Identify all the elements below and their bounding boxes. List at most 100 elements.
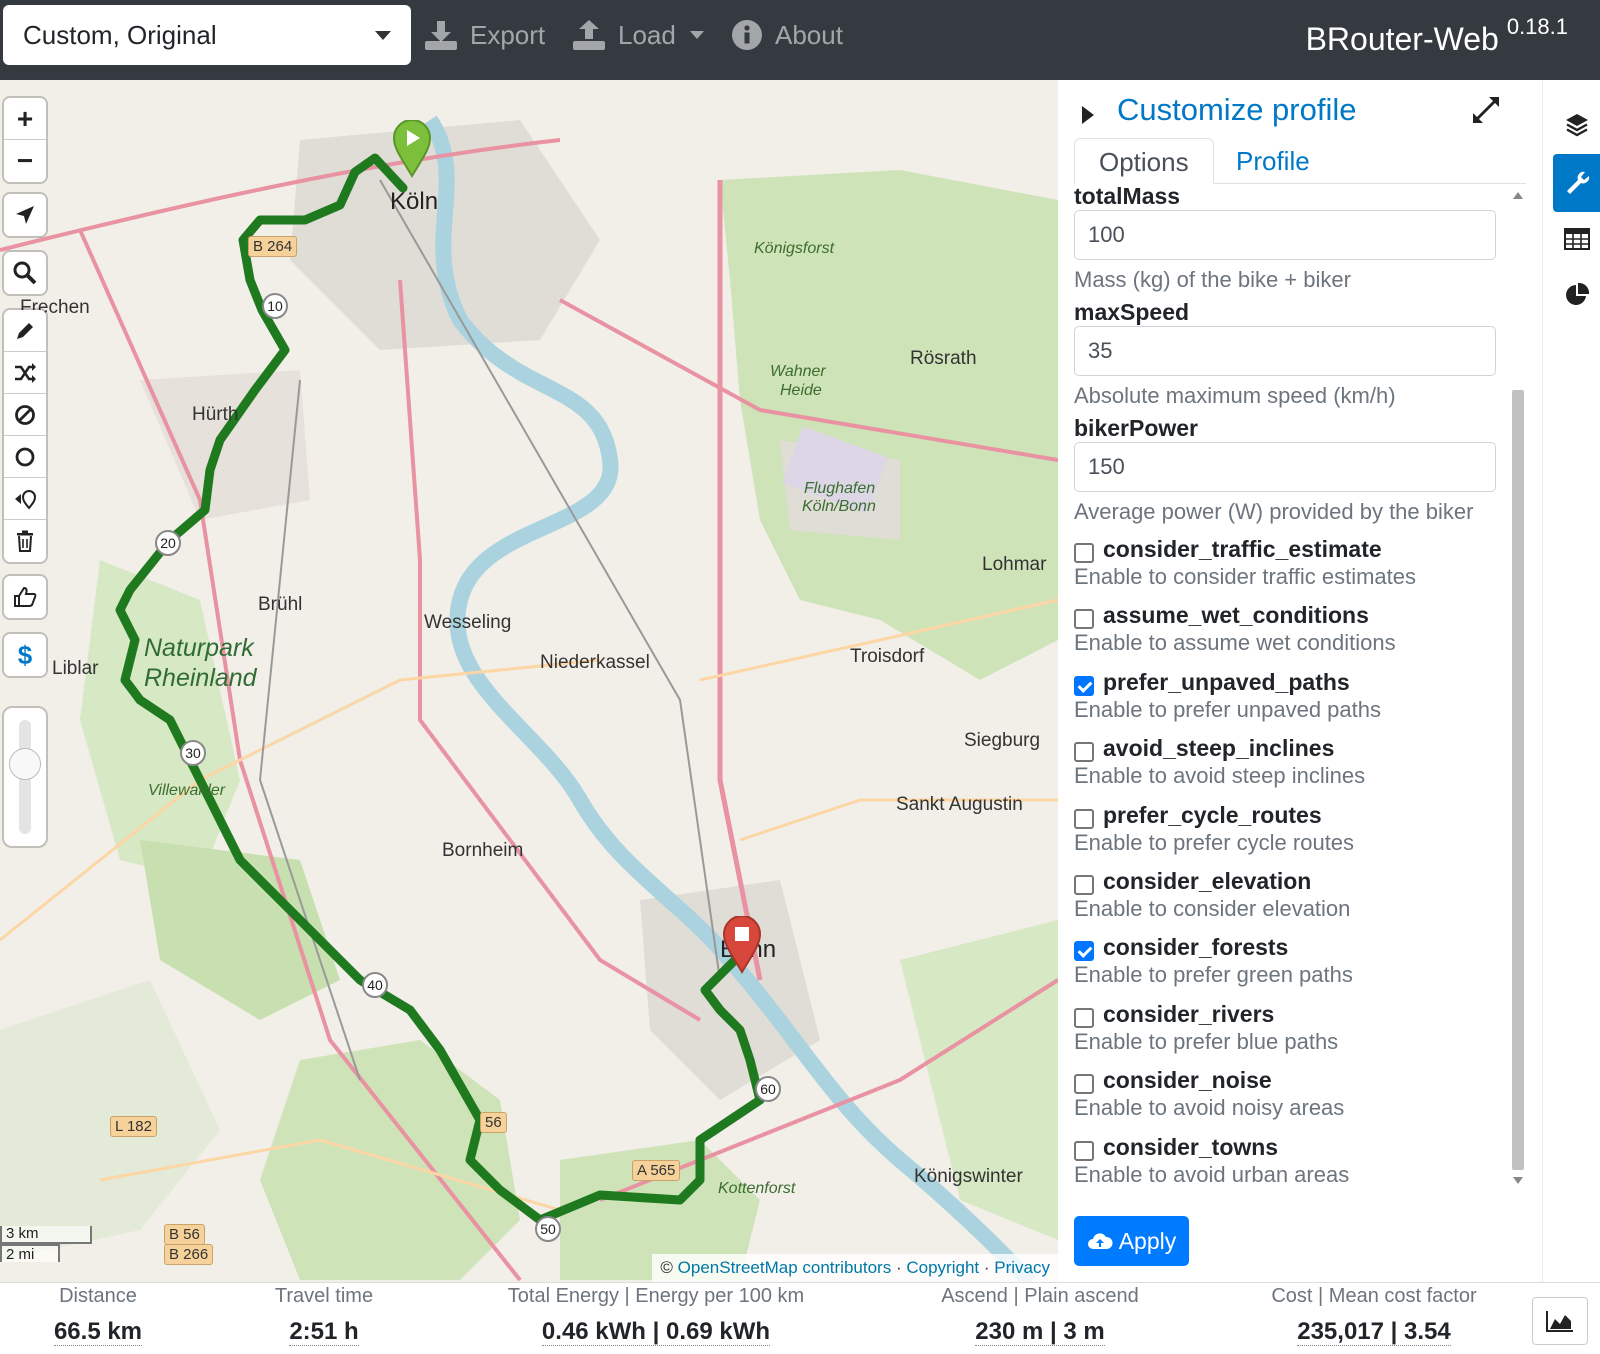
sidebar-scrollbar[interactable] xyxy=(1512,188,1524,1188)
road-shield: B 266 xyxy=(164,1244,214,1265)
checkbox-label[interactable]: prefer_cycle_routes xyxy=(1103,802,1322,829)
pois-button[interactable] xyxy=(4,478,46,520)
profile-select[interactable]: Custom, Original xyxy=(3,5,411,65)
checkbox-label[interactable]: prefer_unpaved_paths xyxy=(1103,669,1350,696)
checkbox-label[interactable]: consider_traffic_estimate xyxy=(1103,536,1382,563)
route-cost-button[interactable]: $ xyxy=(4,634,46,676)
elevation-chart-button[interactable] xyxy=(1532,1297,1588,1345)
stat-distance: Distance 66.5 km xyxy=(40,1283,156,1346)
tab-profile[interactable]: Profile xyxy=(1212,138,1334,184)
checkbox-label[interactable]: consider_noise xyxy=(1103,1067,1272,1094)
checkbox-label[interactable]: consider_elevation xyxy=(1103,868,1311,895)
customize-profile-tab[interactable] xyxy=(1553,154,1600,212)
opacity-slider[interactable] xyxy=(4,708,46,846)
checkbox-label[interactable]: assume_wet_conditions xyxy=(1103,602,1369,629)
avoid-steep-inclines-checkbox[interactable] xyxy=(1074,742,1094,763)
start-marker-icon[interactable] xyxy=(392,120,432,178)
stat-cost: Cost | Mean cost factor 235,017 | 3.54 xyxy=(1244,1283,1504,1346)
separator: · xyxy=(983,1258,990,1277)
zoom-out-button[interactable]: − xyxy=(4,140,46,182)
checkbox-help: Enable to avoid steep inclines xyxy=(1074,763,1366,789)
km-marker: 30 xyxy=(180,740,206,766)
biker-power-input[interactable]: 150 xyxy=(1074,442,1496,492)
about-label: About xyxy=(775,19,843,50)
scroll-down-icon[interactable] xyxy=(1513,1177,1523,1184)
data-table-tab[interactable] xyxy=(1553,210,1600,268)
km-marker: 50 xyxy=(535,1216,561,1242)
end-marker-icon[interactable] xyxy=(722,916,762,974)
scroll-thumb[interactable] xyxy=(1512,390,1524,1170)
locate-button[interactable] xyxy=(4,194,46,236)
zoom-control: + − xyxy=(4,98,46,182)
checkbox-option: consider_noise Enable to avoid noisy area… xyxy=(1074,1063,1502,1129)
zoom-in-button[interactable]: + xyxy=(4,98,46,140)
total-mass-input[interactable]: 100 xyxy=(1074,210,1496,260)
scale-mi: 2 mi xyxy=(0,1244,60,1263)
prefer-cycle-routes-checkbox[interactable] xyxy=(1074,808,1094,829)
about-button[interactable]: About xyxy=(731,14,843,56)
pie-chart-icon xyxy=(1566,282,1590,305)
consider-forests-checkbox[interactable] xyxy=(1074,941,1094,962)
consider-noise-checkbox[interactable] xyxy=(1074,1074,1094,1095)
checkbox-label[interactable]: avoid_steep_inclines xyxy=(1103,735,1334,762)
consider-elevation-checkbox[interactable] xyxy=(1074,874,1094,895)
option-field: bikerPower 150 Average power (W) provide… xyxy=(1074,416,1502,532)
place-label: Villewalder xyxy=(148,782,226,799)
field-label: maxSpeed xyxy=(1074,299,1190,325)
checkbox-label[interactable]: consider_forests xyxy=(1103,934,1288,961)
checkbox-option: assume_wet_conditions Enable to assume we… xyxy=(1074,598,1502,664)
tab-options[interactable]: Options xyxy=(1074,138,1214,184)
apply-label: Apply xyxy=(1118,1227,1177,1254)
consider-rivers-checkbox[interactable] xyxy=(1074,1007,1094,1028)
cloud-upload-icon xyxy=(1087,1233,1113,1249)
max-speed-input[interactable]: 35 xyxy=(1074,326,1496,376)
search-button[interactable] xyxy=(4,252,46,294)
collapse-toggle-icon[interactable] xyxy=(1082,106,1094,124)
circle-nogo-button[interactable] xyxy=(4,436,46,478)
load-button[interactable]: Load xyxy=(572,14,704,56)
route-stats-bar: Distance 66.5 km Travel time 2:51 h Tota… xyxy=(0,1282,1600,1354)
assume-wet-conditions-checkbox[interactable] xyxy=(1074,609,1094,630)
apply-button[interactable]: Apply xyxy=(1074,1216,1189,1266)
nogo-area-button[interactable] xyxy=(4,394,46,436)
scroll-up-icon[interactable] xyxy=(1513,192,1523,199)
delete-route-button[interactable] xyxy=(4,520,46,562)
checkbox-label[interactable]: consider_towns xyxy=(1103,1134,1278,1161)
osm-link[interactable]: OpenStreetMap contributors xyxy=(678,1258,892,1277)
trash-icon xyxy=(17,530,33,552)
place-label: Siegburg xyxy=(964,730,1041,751)
stat-ascend: Ascend | Plain ascend 230 m | 3 m xyxy=(916,1283,1164,1346)
location-arrow-icon xyxy=(16,206,34,224)
checkbox-label[interactable]: consider_rivers xyxy=(1103,1001,1274,1028)
map[interactable]: Köln Bonn Frechen Hürth Brühl Wesseling … xyxy=(0,80,1058,1282)
checkbox-help: Enable to avoid noisy areas xyxy=(1074,1095,1345,1121)
checkbox-option: consider_traffic_estimate Enable to consi… xyxy=(1074,532,1502,598)
prefer-unpaved-paths-checkbox[interactable] xyxy=(1074,675,1094,696)
option-field: maxSpeed 35 Absolute maximum speed (km/h… xyxy=(1074,300,1502,416)
place-label: Bornheim xyxy=(442,840,524,861)
checkbox-option: consider_forests Enable to prefer green p… xyxy=(1074,930,1502,996)
sidebar-header: Customize profile xyxy=(1058,88,1542,136)
checkbox-option: consider_towns Enable to avoid urban area… xyxy=(1074,1130,1502,1188)
export-button[interactable]: Export xyxy=(424,14,545,56)
copyright-link[interactable]: Copyright xyxy=(906,1258,979,1277)
road-shield: 56 xyxy=(480,1112,507,1133)
consider-towns-checkbox[interactable] xyxy=(1074,1140,1094,1161)
thumbs-up-button[interactable] xyxy=(4,576,46,618)
field-help: Average power (W) provided by the biker xyxy=(1074,499,1474,524)
checkbox-option: prefer_unpaved_paths Enable to prefer unp… xyxy=(1074,665,1502,731)
slider-handle[interactable] xyxy=(9,748,41,780)
checkbox-help: Enable to prefer green paths xyxy=(1074,962,1353,988)
place-label: Kottenforst xyxy=(718,1180,796,1197)
wrench-icon xyxy=(1567,171,1590,194)
checkbox-help: Enable to consider elevation xyxy=(1074,895,1351,921)
analysis-tab[interactable] xyxy=(1553,266,1600,324)
consider-traffic-estimate-checkbox[interactable] xyxy=(1074,543,1094,563)
expand-icon[interactable] xyxy=(1470,94,1502,126)
draw-route-button[interactable] xyxy=(4,310,46,352)
layers-tab[interactable] xyxy=(1553,96,1600,154)
copyright-symbol: © xyxy=(660,1258,673,1277)
privacy-link[interactable]: Privacy xyxy=(994,1258,1050,1277)
place-label: Königswinter xyxy=(914,1166,1023,1187)
reverse-route-button[interactable] xyxy=(4,352,46,394)
